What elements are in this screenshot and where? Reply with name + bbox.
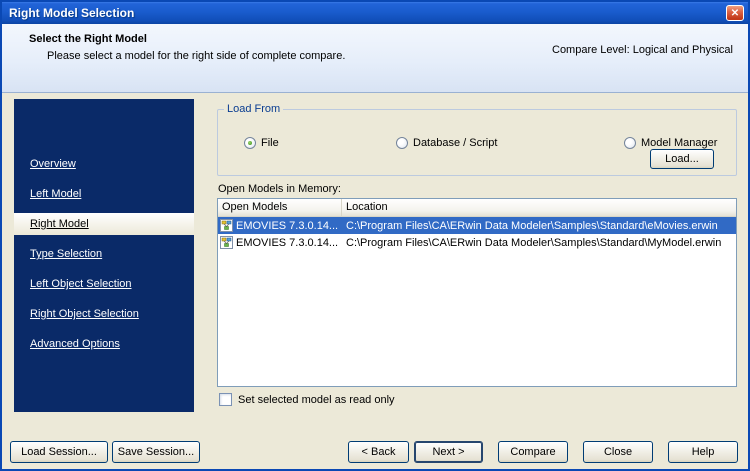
close-dialog-button[interactable]: Close: [583, 441, 653, 463]
radio-button-icon: [396, 137, 408, 149]
wizard-nav: Overview Left Model Right Model Type Sel…: [14, 149, 194, 359]
wizard-header: Select the Right Model Please select a m…: [2, 24, 748, 93]
open-models-label: Open Models in Memory:: [218, 183, 341, 195]
sidebar-item-label: Type Selection: [30, 248, 103, 260]
model-name: EMOVIES 7.3.0.14...: [236, 236, 339, 249]
open-models-list: Open Models Location EMOVIES 7.3.0.14...…: [217, 198, 737, 387]
page-title: Select the Right Model: [29, 33, 147, 45]
model-icon: [220, 236, 233, 249]
compare-level-label: Compare Level: Logical and Physical: [552, 44, 733, 56]
read-only-checkbox-row[interactable]: Set selected model as read only: [219, 393, 395, 406]
model-name: EMOVIES 7.3.0.14...: [236, 219, 339, 232]
back-button[interactable]: < Back: [348, 441, 409, 463]
radio-button-icon: [624, 137, 636, 149]
sidebar-item-overview[interactable]: Overview: [14, 149, 194, 179]
load-button[interactable]: Load...: [650, 149, 714, 169]
load-from-group-label: Load From: [227, 103, 281, 115]
sidebar-item-right-object-selection[interactable]: Right Object Selection: [14, 299, 194, 329]
sidebar-item-right-model[interactable]: Right Model: [14, 213, 194, 235]
table-row[interactable]: EMOVIES 7.3.0.14... C:\Program Files\CA\…: [218, 234, 736, 251]
model-location: C:\Program Files\CA\ERwin Data Modeler\S…: [346, 236, 722, 249]
table-row[interactable]: EMOVIES 7.3.0.14... C:\Program Files\CA\…: [218, 217, 736, 234]
window-title: Right Model Selection: [9, 6, 135, 20]
column-header-open-models[interactable]: Open Models: [218, 199, 342, 216]
help-button[interactable]: Help: [668, 441, 738, 463]
radio-label: File: [261, 137, 279, 149]
sidebar-item-label: Advanced Options: [30, 338, 120, 350]
sidebar-item-label: Right Object Selection: [30, 308, 139, 320]
sidebar-item-label: Right Model: [30, 218, 89, 230]
close-icon: ✕: [730, 7, 740, 19]
radio-model-manager[interactable]: Model Manager: [624, 137, 717, 149]
load-session-button[interactable]: Load Session...: [10, 441, 108, 463]
close-button[interactable]: ✕: [726, 5, 744, 21]
sidebar-item-type-selection[interactable]: Type Selection: [14, 239, 194, 269]
model-name-cell: EMOVIES 7.3.0.14...: [218, 236, 342, 249]
list-header: Open Models Location: [218, 199, 736, 217]
model-icon: [220, 219, 233, 232]
wizard-sidebar: Overview Left Model Right Model Type Sel…: [14, 99, 194, 412]
model-location: C:\Program Files\CA\ERwin Data Modeler\S…: [346, 219, 718, 232]
column-header-location[interactable]: Location: [342, 199, 736, 216]
read-only-label: Set selected model as read only: [238, 393, 395, 406]
right-model-selection-dialog: Right Model Selection ✕ Select the Right…: [0, 0, 750, 471]
radio-file[interactable]: File: [244, 137, 279, 149]
sidebar-item-left-model[interactable]: Left Model: [14, 179, 194, 209]
sidebar-item-advanced-options[interactable]: Advanced Options: [14, 329, 194, 359]
model-name-cell: EMOVIES 7.3.0.14...: [218, 219, 342, 232]
sidebar-item-label: Left Object Selection: [30, 278, 132, 290]
save-session-button[interactable]: Save Session...: [112, 441, 200, 463]
sidebar-item-label: Overview: [30, 158, 76, 170]
radio-label: Model Manager: [641, 137, 718, 149]
radio-label: Database / Script: [413, 137, 498, 149]
page-subtitle: Please select a model for the right side…: [47, 50, 346, 62]
next-button[interactable]: Next >: [414, 441, 483, 463]
sidebar-item-label: Left Model: [30, 188, 82, 200]
sidebar-item-left-object-selection[interactable]: Left Object Selection: [14, 269, 194, 299]
radio-database-script[interactable]: Database / Script: [396, 137, 497, 149]
radio-button-icon: [244, 137, 256, 149]
checkbox-icon[interactable]: [219, 393, 232, 406]
load-from-group: Load From File Database / Script Model M…: [217, 103, 737, 176]
compare-button[interactable]: Compare: [498, 441, 568, 463]
titlebar[interactable]: Right Model Selection ✕: [2, 2, 748, 24]
